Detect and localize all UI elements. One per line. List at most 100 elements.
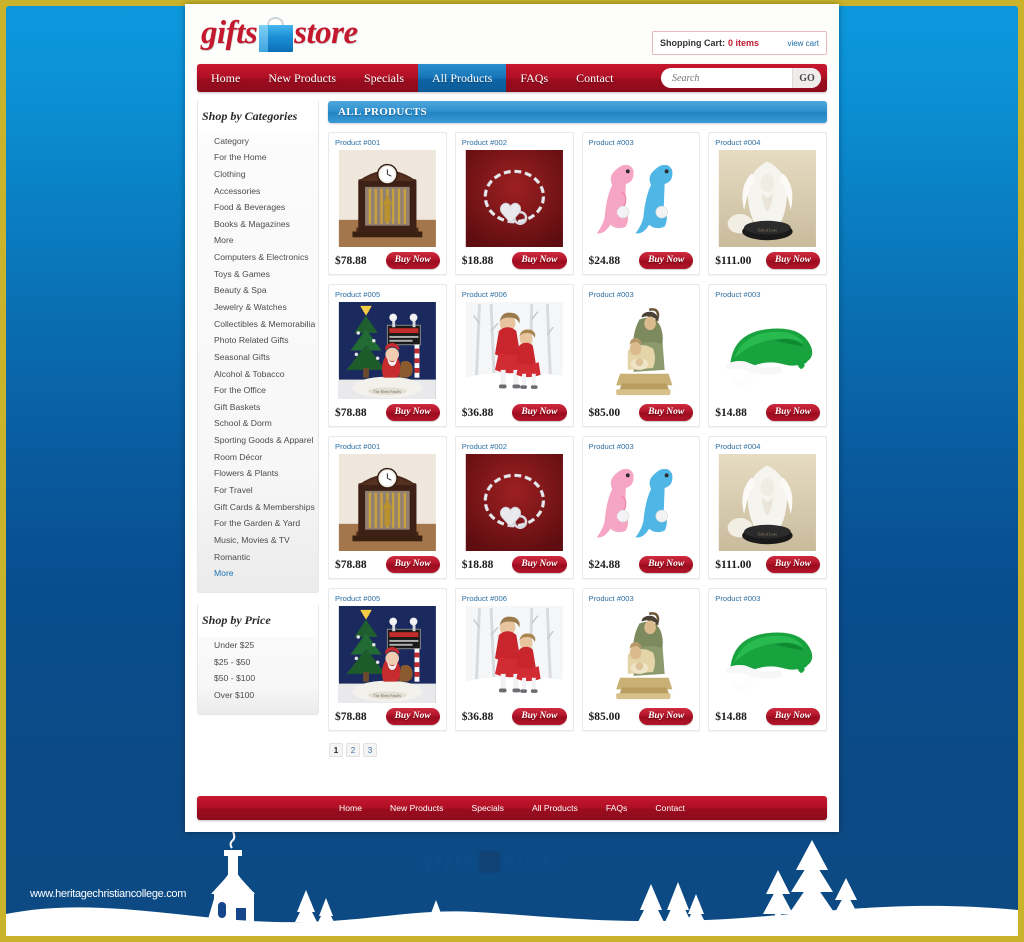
- buy-now-button[interactable]: Buy Now: [385, 708, 440, 725]
- nav-item-home[interactable]: Home: [197, 64, 254, 92]
- sidebar-category-item[interactable]: For the Garden & Yard: [198, 516, 318, 533]
- footer-link-all-products[interactable]: All Products: [532, 803, 578, 813]
- search-go-button[interactable]: GO: [792, 68, 821, 88]
- sidebar-category-item[interactable]: Beauty & Spa: [198, 283, 318, 300]
- sidebar-category-item[interactable]: Food & Beverages: [198, 200, 318, 217]
- mantel-clock-image[interactable]: [334, 150, 441, 247]
- sidebar-category-item[interactable]: Accessories: [198, 183, 318, 200]
- footer-link-contact[interactable]: Contact: [655, 803, 685, 813]
- sidebar-price-item[interactable]: $50 - $100: [198, 671, 318, 688]
- footer-link-faqs[interactable]: FAQs: [606, 803, 628, 813]
- nativity-figurine-image[interactable]: [587, 606, 695, 703]
- pink-blue-dinosaur-figurines-image[interactable]: [587, 150, 695, 247]
- product-price: $78.88: [335, 710, 367, 723]
- nav-item-new-products[interactable]: New Products: [254, 64, 350, 92]
- sidebar-category-item[interactable]: Gift Baskets: [198, 399, 318, 416]
- site-logo[interactable]: gifts store: [201, 15, 358, 57]
- pagination-page-1[interactable]: 1: [329, 743, 343, 757]
- nativity-figurine-image[interactable]: [587, 302, 695, 399]
- buy-now-button[interactable]: Buy Now: [639, 556, 694, 573]
- sidebar-price-item[interactable]: $25 - $50: [198, 654, 318, 671]
- sidebar-category-item[interactable]: Category: [198, 133, 318, 150]
- sidebar-category-item[interactable]: Room Décor: [198, 449, 318, 466]
- mantel-clock-image[interactable]: [334, 454, 441, 551]
- sidebar-category-item[interactable]: More: [198, 233, 318, 250]
- nav-item-specials[interactable]: Specials: [350, 64, 418, 92]
- buy-now-button[interactable]: Buy Now: [385, 252, 440, 269]
- buy-now-button[interactable]: Buy Now: [385, 404, 440, 421]
- sidebar-category-item[interactable]: School & Dorm: [198, 416, 318, 433]
- buy-now-button[interactable]: Buy Now: [512, 404, 567, 421]
- buy-now-button[interactable]: Buy Now: [512, 252, 567, 269]
- buy-now-button[interactable]: Buy Now: [639, 708, 694, 725]
- sidebar-category-item[interactable]: Romantic: [198, 549, 318, 566]
- sidebar-category-item[interactable]: Jewelry & Watches: [198, 299, 318, 316]
- product-card[interactable]: Product #003 $24.88 Buy Now: [581, 436, 701, 579]
- product-card[interactable]: Product #006 $36.88 Buy Now: [454, 284, 574, 427]
- product-card[interactable]: Product #003 $14.88 Buy Now: [708, 588, 827, 731]
- sidebar-category-item[interactable]: Collectibles & Memorabilia: [198, 316, 318, 333]
- sidebar-price-item[interactable]: Under $25: [198, 637, 318, 654]
- product-card[interactable]: Product #002 $18.88 Buy Now: [454, 436, 574, 579]
- pink-blue-dinosaur-figurines-image[interactable]: [587, 454, 695, 551]
- nav-item-faqs[interactable]: FAQs: [506, 64, 562, 92]
- sidebar-category-item[interactable]: For the Office: [198, 383, 318, 400]
- sidebar-category-item[interactable]: More: [198, 566, 318, 583]
- two-girls-red-dresses-image[interactable]: [460, 302, 568, 399]
- sidebar-category-item[interactable]: For Travel: [198, 482, 318, 499]
- sidebar-category-item[interactable]: Photo Related Gifts: [198, 333, 318, 350]
- santa-christmas-tree-image[interactable]: The Klein Family: [334, 606, 441, 703]
- green-santa-hat-image[interactable]: [714, 302, 821, 399]
- footer-link-home[interactable]: Home: [339, 803, 362, 813]
- product-card[interactable]: Product #005 The Klein Family $78.88Buy: [328, 588, 447, 731]
- sidebar-category-item[interactable]: Books & Magazines: [198, 216, 318, 233]
- pagination-page-2[interactable]: 2: [346, 743, 360, 757]
- buy-now-button[interactable]: Buy Now: [765, 708, 820, 725]
- sidebar-category-item[interactable]: Sporting Goods & Apparel: [198, 433, 318, 450]
- nav-item-all-products[interactable]: All Products: [418, 64, 507, 92]
- buy-now-button[interactable]: Buy Now: [512, 708, 567, 725]
- sidebar-category-item[interactable]: Clothing: [198, 166, 318, 183]
- sidebar-category-item[interactable]: Flowers & Plants: [198, 466, 318, 483]
- two-girls-red-dresses-image[interactable]: [460, 606, 568, 703]
- buy-now-button[interactable]: Buy Now: [765, 252, 820, 269]
- footer-link-specials[interactable]: Specials: [471, 803, 503, 813]
- product-card[interactable]: Product #002 $18.88 Buy Now: [454, 132, 574, 275]
- product-card[interactable]: Product #006 $36.88 Buy Now: [454, 588, 574, 731]
- heart-charm-bracelet-image[interactable]: [460, 150, 568, 247]
- view-cart-link[interactable]: view cart: [787, 39, 819, 48]
- search-input[interactable]: [661, 72, 792, 84]
- santa-christmas-tree-image[interactable]: The Klein Family: [334, 302, 441, 399]
- product-card[interactable]: Product #001 $78.88 Buy Now: [328, 436, 447, 579]
- product-card[interactable]: Product #003 $85.00 Buy Now: [581, 284, 701, 427]
- sidebar-category-item[interactable]: Toys & Games: [198, 266, 318, 283]
- sidebar-category-item[interactable]: Music, Movies & TV: [198, 532, 318, 549]
- white-angel-figurine-image[interactable]: Gift of Love: [714, 150, 821, 247]
- footer-link-new-products[interactable]: New Products: [390, 803, 444, 813]
- buy-now-button[interactable]: Buy Now: [385, 556, 440, 573]
- sidebar-category-item[interactable]: Computers & Electronics: [198, 249, 318, 266]
- buy-now-button[interactable]: Buy Now: [765, 556, 820, 573]
- nav-item-contact[interactable]: Contact: [562, 64, 627, 92]
- product-card[interactable]: Product #004 Gift of Love $111.00 Buy Now: [708, 436, 827, 579]
- product-card[interactable]: Product #003 $85.00 Buy Now: [581, 588, 701, 731]
- shopping-cart-box[interactable]: Shopping Cart: 0 items view cart: [652, 31, 827, 55]
- sidebar-category-item[interactable]: For the Home: [198, 150, 318, 167]
- sidebar-category-item[interactable]: Seasonal Gifts: [198, 349, 318, 366]
- buy-now-button[interactable]: Buy Now: [765, 404, 820, 421]
- buy-now-button[interactable]: Buy Now: [639, 404, 694, 421]
- product-card[interactable]: Product #003 $14.88 Buy Now: [708, 284, 827, 427]
- green-santa-hat-image[interactable]: [714, 606, 821, 703]
- product-card[interactable]: Product #004 Gift of Love $111.00 Buy Now: [708, 132, 827, 275]
- sidebar-category-item[interactable]: Alcohol & Tobacco: [198, 366, 318, 383]
- sidebar-price-item[interactable]: Over $100: [198, 687, 318, 704]
- pagination-page-3[interactable]: 3: [363, 743, 377, 757]
- product-card[interactable]: Product #005 The Klein Family $78.88Buy: [328, 284, 447, 427]
- white-angel-figurine-image[interactable]: Gift of Love: [714, 454, 821, 551]
- heart-charm-bracelet-image[interactable]: [460, 454, 568, 551]
- buy-now-button[interactable]: Buy Now: [639, 252, 694, 269]
- product-card[interactable]: Product #003 $24.88 Buy Now: [581, 132, 701, 275]
- product-card[interactable]: Product #001 $78.88 Buy Now: [328, 132, 447, 275]
- buy-now-button[interactable]: Buy Now: [512, 556, 567, 573]
- sidebar-category-item[interactable]: Gift Cards & Memberships: [198, 499, 318, 516]
